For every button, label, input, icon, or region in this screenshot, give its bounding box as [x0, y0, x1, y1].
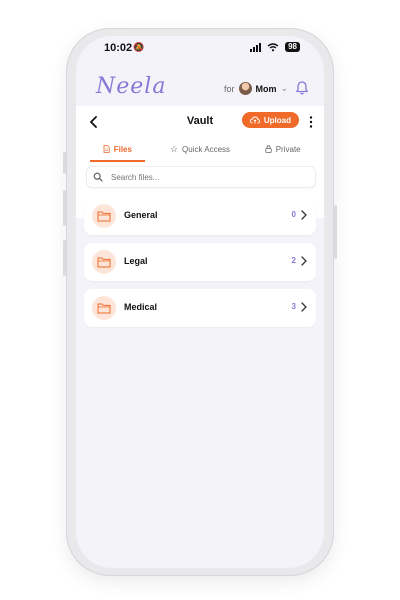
folder-icon [97, 257, 111, 268]
folder-icon-bubble [92, 296, 116, 320]
vault-tabs: Files ☆ Quick Access Private [76, 138, 324, 162]
folder-list: General 0 Legal 2 Medical 3 [84, 197, 316, 335]
folder-name: Legal [124, 256, 148, 266]
more-options-icon[interactable] [308, 114, 314, 130]
folder-icon-bubble [92, 250, 116, 274]
folder-count: 2 [291, 256, 296, 265]
chevron-right-icon [301, 256, 307, 266]
profile-for-label: for [224, 83, 235, 94]
list-item[interactable]: Legal 2 [84, 243, 316, 281]
file-icon [103, 145, 110, 153]
upload-label: Upload [263, 115, 291, 125]
search-icon [93, 172, 103, 182]
profile-name: Mom [255, 83, 277, 94]
battery-indicator: 98 [285, 42, 300, 52]
chevron-right-icon [301, 302, 307, 312]
app-header: Neela for Mom ⌄ [76, 66, 324, 106]
lock-icon [265, 145, 272, 153]
tab-files-label: Files [113, 144, 132, 154]
list-item[interactable]: General 0 [84, 197, 316, 235]
chevron-down-icon: ⌄ [280, 83, 289, 93]
tab-quick-access[interactable]: ☆ Quick Access [159, 138, 242, 160]
side-button-left-1 [63, 152, 66, 174]
folder-name: Medical [124, 302, 158, 312]
folder-icon [97, 211, 111, 222]
tab-private-label: Private [275, 144, 301, 154]
side-button-left-3 [63, 240, 66, 276]
wifi-icon [267, 42, 279, 51]
upload-button[interactable]: Upload [241, 112, 299, 128]
tab-quick-access-label: Quick Access [182, 144, 231, 154]
bell-muted-icon: 🔕 [133, 42, 145, 52]
chevron-right-icon [301, 210, 307, 220]
folder-icon [97, 303, 111, 314]
avatar [238, 82, 252, 95]
side-button-right [334, 205, 337, 259]
star-icon: ☆ [169, 143, 179, 154]
list-item[interactable]: Medical 3 [84, 289, 316, 327]
phone-screen: 10:02 🔕 98 Neela for Mom ⌄ Vault Upload … [76, 36, 324, 568]
folder-icon-bubble [92, 204, 116, 228]
tab-files[interactable]: Files [76, 138, 159, 162]
profile-switcher[interactable]: for Mom ⌄ [224, 82, 288, 95]
bell-icon[interactable] [294, 80, 310, 96]
app-logo: Neela [96, 74, 167, 99]
cloud-upload-icon [249, 116, 260, 124]
status-bar: 10:02 🔕 98 [76, 36, 324, 62]
folder-count: 0 [291, 210, 296, 219]
signal-icon [250, 42, 262, 52]
folder-count: 3 [291, 302, 296, 311]
status-time: 10:02 [104, 42, 133, 54]
search-bar [86, 166, 316, 188]
status-icons: 98 [250, 42, 300, 52]
side-button-left-2 [63, 190, 66, 226]
search-input[interactable] [109, 171, 283, 183]
tab-private[interactable]: Private [241, 138, 324, 160]
folder-name: General [124, 210, 158, 220]
